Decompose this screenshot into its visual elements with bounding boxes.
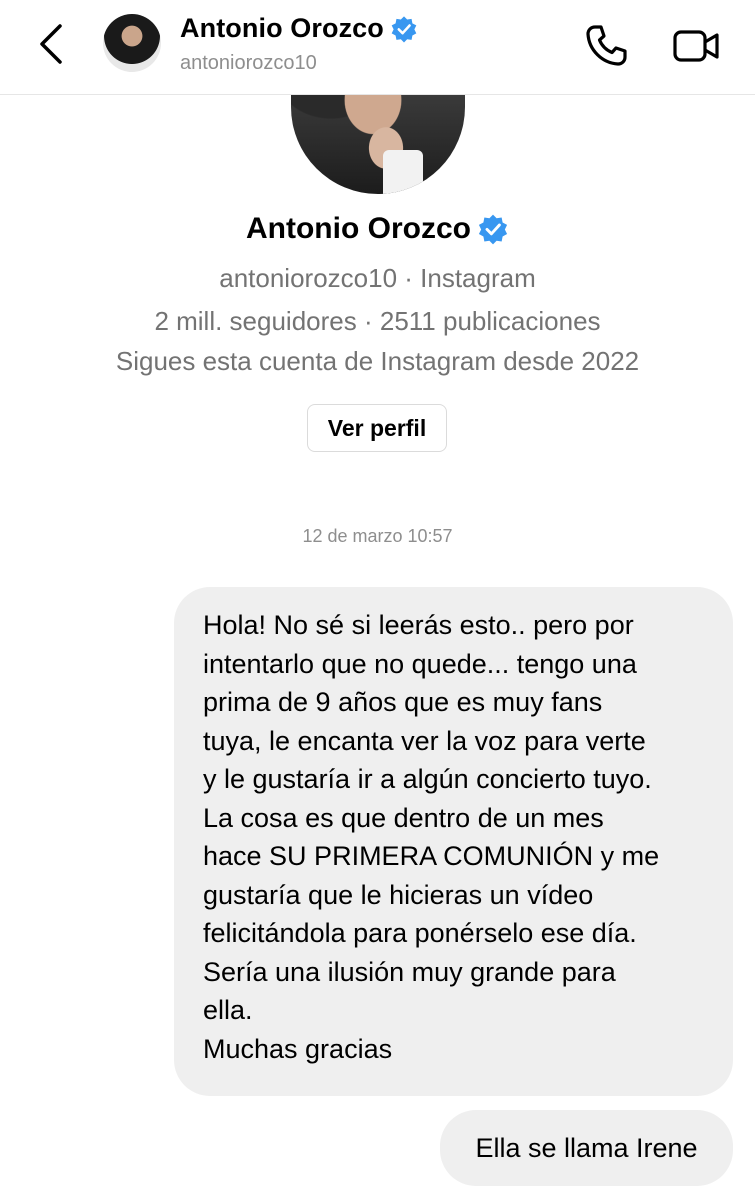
profile-stats: 2 mill. seguidores · 2511 publicaciones xyxy=(154,306,601,336)
message-text: Ella se llama Irene xyxy=(475,1132,698,1163)
message-bubble[interactable]: Ella se llama Irene xyxy=(440,1110,733,1186)
profile-follow-since: Sigues esta cuenta de Instagram desde 20… xyxy=(115,346,640,376)
phone-icon xyxy=(586,25,627,66)
message-line: hace SU PRIMERA COMUNIÓN y me xyxy=(203,841,660,871)
back-button[interactable] xyxy=(32,20,72,68)
voice-call-button[interactable] xyxy=(582,22,630,70)
message-line: tuya, le encanta ver la voz para verte xyxy=(203,725,646,756)
message-line: ella. xyxy=(203,995,253,1025)
message-line: Sería una ilusión muy grande para xyxy=(203,956,616,987)
message-line: felicitándola para ponérselo ese día. xyxy=(203,918,637,948)
message-line: La cosa es que dentro de un mes xyxy=(203,802,604,833)
video-call-button[interactable] xyxy=(672,24,720,68)
profile-name-row: Antonio Orozco xyxy=(0,212,755,246)
avatar[interactable] xyxy=(103,14,161,72)
verified-badge-icon xyxy=(478,214,508,245)
message-line: prima de 9 años que es muy fans xyxy=(203,687,603,717)
chat-header: Antonio Orozco antoniorozco10 xyxy=(0,0,755,95)
message-timestamp: 12 de marzo 10:57 xyxy=(302,526,453,546)
chevron-left-icon xyxy=(40,24,62,64)
message-line: Muchas gracias xyxy=(203,1033,393,1064)
verified-badge-icon xyxy=(391,15,417,42)
message-line: y le gustaría ir a algún concierto tuyo. xyxy=(203,764,652,794)
header-username: antoniorozco10 xyxy=(180,52,317,74)
video-camera-icon xyxy=(673,30,719,62)
message-line: gustaría que le hicieras un vídeo xyxy=(203,879,594,910)
view-profile-button[interactable]: Ver perfil xyxy=(307,404,447,452)
header-title-row[interactable]: Antonio Orozco xyxy=(180,13,418,44)
profile-name: Antonio Orozco xyxy=(246,212,471,245)
message-line: intentarlo que no quede... tengo una xyxy=(203,648,637,679)
header-contact-name: Antonio Orozco xyxy=(180,13,384,43)
message-line: Hola! No sé si leerás esto.. pero por xyxy=(203,610,634,640)
profile-platform: antoniorozco10 · Instagram xyxy=(219,263,536,293)
message-bubble[interactable]: Hola! No sé si leerás esto.. pero por in… xyxy=(174,587,733,1096)
